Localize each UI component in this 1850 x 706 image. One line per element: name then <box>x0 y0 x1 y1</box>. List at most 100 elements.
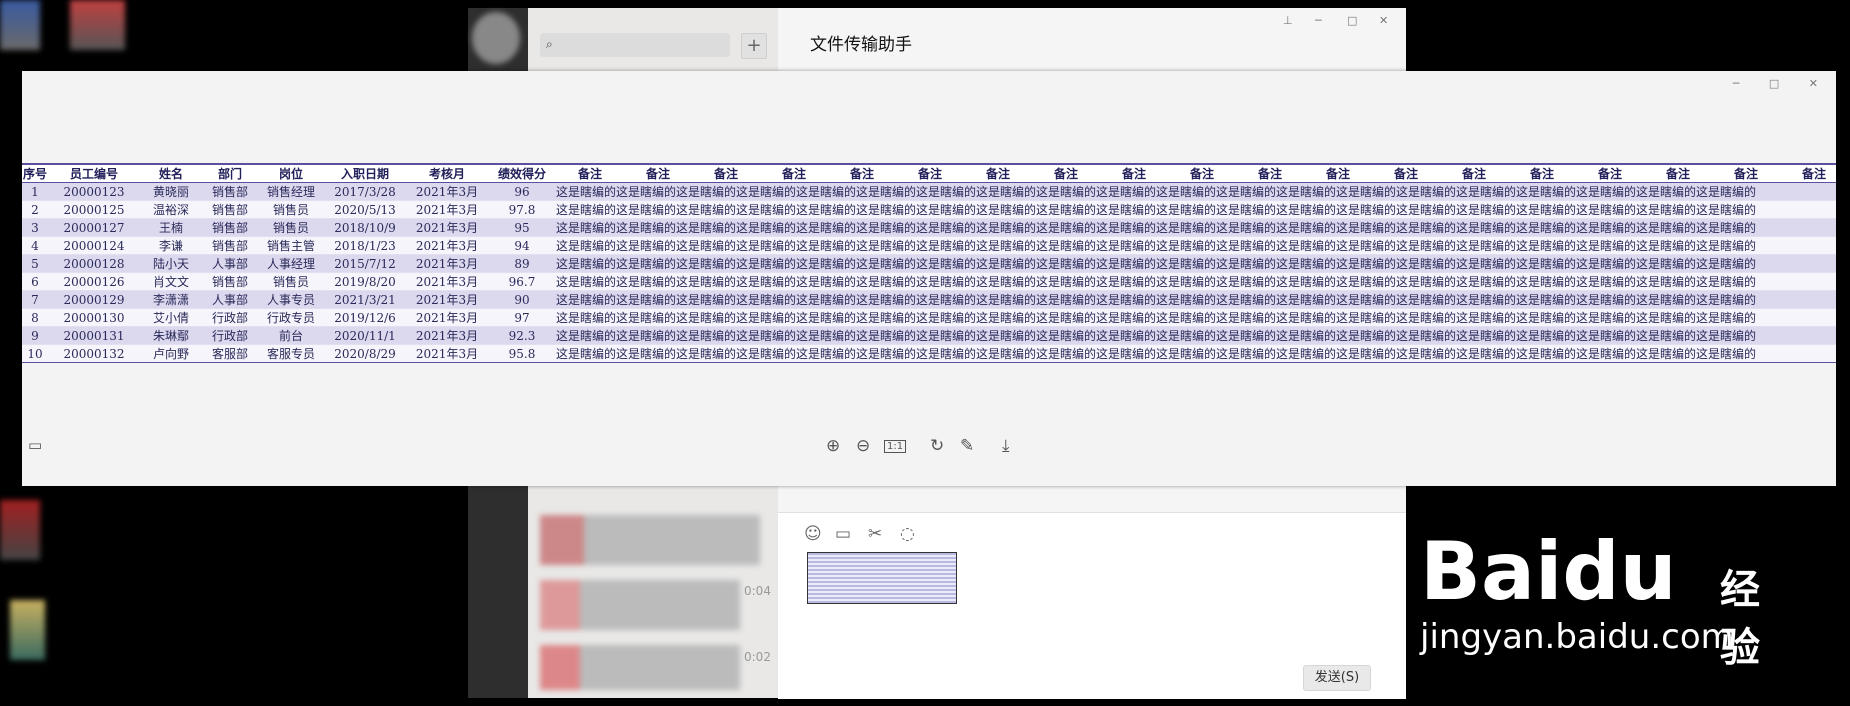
table-cell-note: 这是瞎编的这是瞎编的这是瞎编的这是瞎编的这是瞎编的这是瞎编的这是瞎编的这是瞎编的… <box>556 236 1836 255</box>
table-cell: 前台 <box>258 326 324 345</box>
table-cell: 2021年3月 <box>406 182 488 201</box>
table-cell: 2021年3月 <box>406 344 488 363</box>
table-cell-note: 这是瞎编的这是瞎编的这是瞎编的这是瞎编的这是瞎编的这是瞎编的这是瞎编的这是瞎编的… <box>556 254 1836 273</box>
table-cell: 温裕深 <box>140 200 202 219</box>
table-cell: 2021年3月 <box>406 290 488 309</box>
table-header-row: 序号 员工编号 姓名 部门 岗位 入职日期 考核月 绩效得分 备注 备注 备注 备注 备注 备注 备注 备注备… <box>22 163 1836 183</box>
table-cell: 李谦 <box>140 236 202 255</box>
column-header-note: 备注 <box>1304 163 1372 183</box>
folder-icon[interactable]: ▭ <box>835 524 851 544</box>
rotate-icon[interactable]: ↻ <box>930 436 944 456</box>
minimize-button[interactable]: ─ <box>1315 14 1322 27</box>
add-button[interactable]: + <box>741 33 767 59</box>
table-cell: 王楠 <box>140 218 202 237</box>
table-cell: 1 <box>22 182 48 201</box>
column-header: 部门 <box>202 163 258 183</box>
table-cell: 2020/8/29 <box>324 344 406 363</box>
column-header: 姓名 <box>140 163 202 183</box>
send-button[interactable]: 发送(S) <box>1303 665 1371 691</box>
download-icon[interactable]: ⤓ <box>1002 436 1010 456</box>
column-header-note: 备注 <box>1644 163 1712 183</box>
search-input[interactable] <box>540 33 730 57</box>
table-cell: 2021年3月 <box>406 308 488 327</box>
table-row: 6 20000126 肖文文 销售部 销售员 2019/8/20 2021年3月 96.7 这是… <box>22 272 1836 291</box>
table-row: 9 20000131 朱琳鄢 行政部 前台 2020/11/1 2021年3月 92.3 这是瞎… <box>22 326 1836 345</box>
zoom-out-icon[interactable]: ⊖ <box>856 436 870 456</box>
emoji-icon[interactable]: ☺ <box>804 524 822 544</box>
viewer-maximize-button[interactable]: □ <box>1769 77 1779 90</box>
column-header-note: 备注 <box>1712 163 1780 183</box>
column-header-note: 备注 <box>1508 163 1576 183</box>
table-cell: 20000128 <box>48 254 140 273</box>
column-header-note: 备注 <box>556 163 624 183</box>
thumbnail-strip-icon[interactable]: ▭ <box>28 436 42 454</box>
column-header: 序号 <box>22 163 48 183</box>
table-cell: 96.7 <box>488 272 556 291</box>
table-cell: 3 <box>22 218 48 237</box>
table-cell: 89 <box>488 254 556 273</box>
table-cell-note: 这是瞎编的这是瞎编的这是瞎编的这是瞎编的这是瞎编的这是瞎编的这是瞎编的这是瞎编的… <box>556 290 1836 309</box>
table-cell: 20000123 <box>48 182 140 201</box>
list-item[interactable] <box>540 515 760 565</box>
column-header-note: 备注 <box>760 163 828 183</box>
column-header-note: 备注 <box>1576 163 1644 183</box>
table-cell: 陆小天 <box>140 254 202 273</box>
table-cell-note: 这是瞎编的这是瞎编的这是瞎编的这是瞎编的这是瞎编的这是瞎编的这是瞎编的这是瞎编的… <box>556 272 1836 291</box>
column-header-note: 备注 <box>624 163 692 183</box>
list-item[interactable] <box>540 580 740 630</box>
table-cell: 20000132 <box>48 344 140 363</box>
avatar[interactable] <box>472 12 520 64</box>
table-cell: 95 <box>488 218 556 237</box>
table-cell: 销售员 <box>258 272 324 291</box>
table-cell: 朱琳鄢 <box>140 326 202 345</box>
zoom-in-icon[interactable]: ⊕ <box>826 436 840 456</box>
column-header: 员工编号 <box>48 163 140 183</box>
viewer-window-controls: ─ □ ✕ <box>1707 77 1818 90</box>
close-button[interactable]: ✕ <box>1379 14 1388 27</box>
table-cell: 94 <box>488 236 556 255</box>
column-header-note: 备注 <box>1372 163 1440 183</box>
viewer-toolbar: ▭ ⊕ ⊖ 1:1 ↻ ✎ ⤓ <box>22 436 1836 466</box>
list-item[interactable] <box>540 645 740 690</box>
list-item-time: 0:02 <box>744 650 771 664</box>
image-attachment-thumbnail[interactable] <box>807 552 957 604</box>
table-cell: 20000124 <box>48 236 140 255</box>
table-cell: 人事专员 <box>258 290 324 309</box>
chat-history-icon[interactable]: ◌ <box>900 524 915 544</box>
viewer-minimize-button[interactable]: ─ <box>1733 77 1740 90</box>
column-header-note: 备注 <box>1780 163 1836 183</box>
pin-icon[interactable]: ⊥ <box>1283 14 1293 27</box>
table-row: 5 20000128 陆小天 人事部 人事经理 2015/7/12 2021年3月 89 这是瞎… <box>22 254 1836 273</box>
actual-size-icon[interactable]: 1:1 <box>884 440 907 453</box>
table-cell: 20000127 <box>48 218 140 237</box>
table-cell-note: 这是瞎编的这是瞎编的这是瞎编的这是瞎编的这是瞎编的这是瞎编的这是瞎编的这是瞎编的… <box>556 326 1836 345</box>
table-cell: 肖文文 <box>140 272 202 291</box>
table-cell: 96 <box>488 182 556 201</box>
table-cell-note: 这是瞎编的这是瞎编的这是瞎编的这是瞎编的这是瞎编的这是瞎编的这是瞎编的这是瞎编的… <box>556 308 1836 327</box>
desktop-icon <box>0 0 40 50</box>
table-cell: 97 <box>488 308 556 327</box>
table-cell: 客服部 <box>202 344 258 363</box>
screenshot-icon[interactable]: ✂ <box>868 524 882 544</box>
table-cell: 2 <box>22 200 48 219</box>
table-cell: 黄晓丽 <box>140 182 202 201</box>
table-row: 4 20000124 李谦 销售部 销售主管 2018/1/23 2021年3月 94 这是瞎编… <box>22 236 1836 255</box>
table-cell: 10 <box>22 344 48 363</box>
table-cell: 客服专员 <box>258 344 324 363</box>
table-cell: 行政部 <box>202 326 258 345</box>
column-header-note: 备注 <box>692 163 760 183</box>
brand-logo: Baidu <box>1420 525 1677 618</box>
table-cell: 20000126 <box>48 272 140 291</box>
maximize-button[interactable]: □ <box>1347 14 1357 27</box>
column-header: 岗位 <box>258 163 324 183</box>
spreadsheet-image: 序号 员工编号 姓名 部门 岗位 入职日期 考核月 绩效得分 备注 备注 备注 备注 备注 备注 备注 备注备… <box>22 163 1836 363</box>
employee-table: 序号 员工编号 姓名 部门 岗位 入职日期 考核月 绩效得分 备注 备注 备注 备注 备注 备注 备注 备注备… <box>22 163 1836 363</box>
table-row: 2 20000125 温裕深 销售部 销售员 2020/5/13 2021年3月 97.8 这是… <box>22 200 1836 219</box>
table-cell-note: 这是瞎编的这是瞎编的这是瞎编的这是瞎编的这是瞎编的这是瞎编的这是瞎编的这是瞎编的… <box>556 218 1836 237</box>
viewer-close-button[interactable]: ✕ <box>1809 77 1818 90</box>
table-cell: 20000130 <box>48 308 140 327</box>
table-cell: 90 <box>488 290 556 309</box>
column-header-note: 备注 <box>964 163 1032 183</box>
edit-icon[interactable]: ✎ <box>960 436 974 456</box>
table-cell: 2020/11/1 <box>324 326 406 345</box>
